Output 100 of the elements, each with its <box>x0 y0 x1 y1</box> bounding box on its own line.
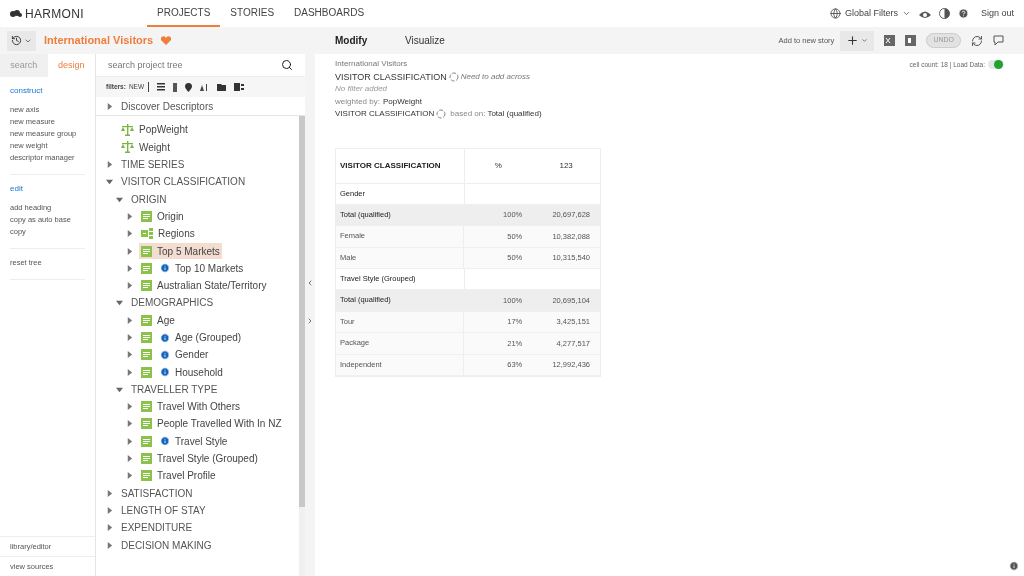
tree-item[interactable]: VISITOR CLASSIFICATION <box>119 173 248 190</box>
sort-icon[interactable] <box>200 83 210 91</box>
caret-right-icon[interactable] <box>106 541 113 549</box>
expand-icon[interactable] <box>306 316 314 325</box>
swap-icon[interactable] <box>448 71 459 82</box>
tree-label: PopWeight <box>139 123 188 138</box>
layout-icon[interactable] <box>234 83 245 91</box>
nav-tab[interactable]: STORIES <box>220 0 285 27</box>
caret-icon <box>861 37 869 44</box>
tree-item[interactable]: Origin <box>139 208 186 225</box>
tree-item[interactable]: EXPENDITURE <box>119 519 195 536</box>
help-icon[interactable] <box>957 8 969 19</box>
globe-icon <box>829 8 841 19</box>
info-icon[interactable] <box>1009 561 1019 571</box>
based-label: based on: <box>450 108 486 120</box>
across-note: Need to add across <box>460 70 531 83</box>
tree-label: Household <box>175 365 223 380</box>
tree-item[interactable]: Gender <box>139 346 211 363</box>
weighted-value: PopWeight <box>382 95 422 108</box>
caret-right-icon[interactable] <box>106 103 113 111</box>
powerpoint-icon[interactable] <box>905 35 917 46</box>
tree-label: Top 10 Markets <box>175 261 244 276</box>
tree-item[interactable]: Travel Style <box>139 433 230 450</box>
heart-icon[interactable] <box>161 36 172 45</box>
tree-item[interactable]: DECISION MAKING <box>119 537 214 554</box>
tree-item[interactable]: Top 10 Markets <box>139 260 246 277</box>
pin-icon[interactable] <box>185 82 193 92</box>
caret-right-icon[interactable] <box>126 368 133 376</box>
logo: HARMONI <box>25 5 84 23</box>
percent-icon[interactable] <box>436 109 447 120</box>
caret-right-icon[interactable] <box>106 489 113 497</box>
tree-item[interactable]: Age <box>139 312 177 329</box>
tree-label: Age <box>157 313 175 328</box>
caret-right-icon[interactable] <box>106 506 113 514</box>
excel-icon[interactable] <box>884 35 896 46</box>
main-tab[interactable]: Modify <box>335 33 399 48</box>
main-tab[interactable]: Visualize <box>405 33 469 48</box>
tree-item[interactable]: Discover Descriptors <box>119 98 216 115</box>
sign-out-link[interactable]: Sign out <box>980 6 1014 21</box>
caret-right-icon[interactable] <box>106 524 113 532</box>
tree-item[interactable]: Weight <box>119 139 172 156</box>
list-icon <box>141 314 152 326</box>
tree-item[interactable]: ORIGIN <box>129 191 169 208</box>
caret-right-icon[interactable] <box>106 161 113 169</box>
caret-right-icon[interactable] <box>126 437 133 445</box>
grid-icon[interactable] <box>157 83 166 91</box>
caret-right-icon[interactable] <box>126 212 133 220</box>
caret-right-icon[interactable] <box>126 455 133 463</box>
add-button[interactable] <box>840 30 875 51</box>
list-icon <box>141 262 152 274</box>
tree-label: Travel Profile <box>157 469 216 484</box>
caret-right-icon[interactable] <box>126 472 133 480</box>
tree-item[interactable]: TRAVELLER TYPE <box>129 381 220 398</box>
tree-item[interactable]: Travel With Others <box>139 398 242 415</box>
caret-right-icon[interactable] <box>126 351 133 359</box>
tree-label: Travel Style <box>175 434 228 449</box>
refresh-icon[interactable] <box>971 34 983 47</box>
caret-down-icon[interactable] <box>116 299 123 307</box>
tree-item[interactable]: Australian State/Territory <box>139 277 269 294</box>
tree-item[interactable]: Age (Grouped) <box>139 329 244 346</box>
tree-item[interactable]: PopWeight <box>119 121 190 138</box>
load-data-toggle[interactable] <box>988 60 1004 69</box>
tree-label: Travel With Others <box>157 400 240 415</box>
caret-right-icon[interactable] <box>126 264 133 272</box>
tree-item[interactable]: Travel Profile <box>139 467 218 484</box>
scrollbar[interactable] <box>299 116 305 576</box>
list-icon <box>141 401 152 413</box>
scale-icon <box>121 141 134 154</box>
tree-item[interactable]: People Travelled With In NZ <box>139 416 284 432</box>
comment-icon[interactable] <box>993 35 1004 46</box>
caret-right-icon[interactable] <box>126 334 133 341</box>
tree-label: Gender <box>175 348 209 363</box>
tree-item[interactable]: LENGTH OF STAY <box>119 502 208 519</box>
collapse-icon[interactable] <box>306 278 314 287</box>
grouped-list-icon <box>141 228 153 240</box>
based-value: Total (qualified) <box>487 108 542 120</box>
tree-item[interactable]: SATISFACTION <box>119 485 195 502</box>
search-field[interactable]: search project tree <box>108 54 281 76</box>
logo-icon <box>10 8 22 19</box>
contrast-icon[interactable] <box>938 8 950 19</box>
global-filters-button[interactable]: Global Filters <box>829 6 911 21</box>
tree-item[interactable]: Household <box>139 364 225 381</box>
tree-item[interactable]: TIME SERIES <box>119 156 187 173</box>
caret-right-icon[interactable] <box>126 230 133 238</box>
tree-item[interactable]: Top 5 Markets <box>139 243 222 259</box>
tree-item[interactable]: Travel Style (Grouped) <box>139 450 260 467</box>
column-icon[interactable] <box>173 82 178 92</box>
caret-right-icon[interactable] <box>126 420 133 428</box>
caret-right-icon[interactable] <box>126 403 133 411</box>
nav-tab[interactable]: DASHBOARDS <box>284 0 375 27</box>
folder-icon[interactable] <box>217 83 227 91</box>
caret-right-icon[interactable] <box>126 316 133 324</box>
caret-down-icon[interactable] <box>116 385 123 393</box>
caret-right-icon[interactable] <box>126 247 133 255</box>
caret-down-icon[interactable] <box>106 178 113 186</box>
tree-item[interactable]: Regions <box>139 225 197 242</box>
history-button[interactable] <box>7 30 36 51</box>
caret-down-icon[interactable] <box>116 195 123 203</box>
caret-right-icon[interactable] <box>126 282 133 290</box>
tree-item[interactable]: DEMOGRAPHICS <box>129 294 216 311</box>
